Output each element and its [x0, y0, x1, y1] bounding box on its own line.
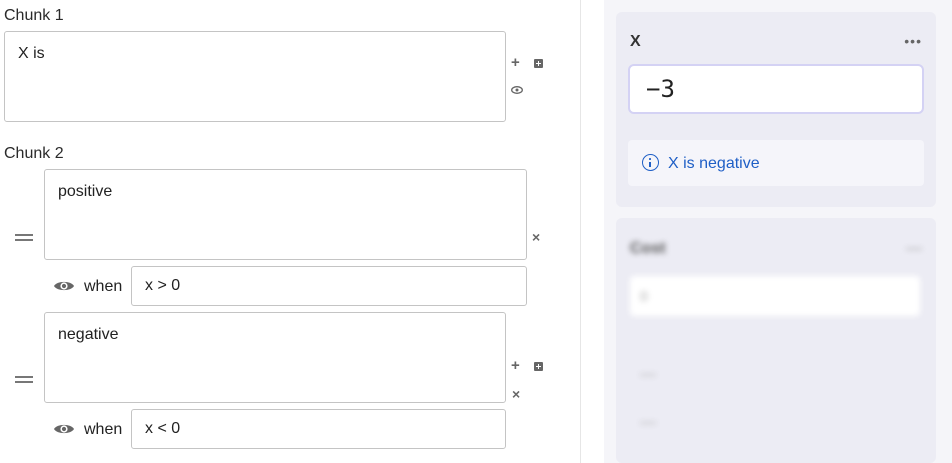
eye-icon[interactable] — [511, 86, 523, 94]
blurred-card-menu: — — [906, 240, 922, 257]
option-textbox-positive[interactable]: positive — [44, 169, 527, 260]
variable-name: X — [630, 33, 641, 50]
when-label: when — [84, 278, 123, 295]
variable-info-box: X is negative — [628, 140, 924, 186]
variable-card: X ••• −3 X is negative — [616, 12, 936, 207]
add-chunk-icon[interactable] — [534, 59, 543, 68]
chunk1-title: Chunk 1 — [4, 7, 64, 24]
blurred-variable-card: Cost — 0 — — — [616, 218, 936, 463]
remove-option-icon[interactable]: × — [512, 387, 520, 401]
more-options-icon[interactable]: ••• — [904, 34, 922, 48]
chunk2-title: Chunk 2 — [4, 145, 64, 162]
add-chunk-icon[interactable] — [534, 362, 543, 371]
variables-panel: X ••• −3 X is negative Cost — 0 — — — [604, 0, 952, 463]
blurred-line: — — [640, 366, 656, 383]
chunk-editor: Chunk 1 X is + Chunk 2 positive × when x… — [0, 0, 580, 463]
add-option-icon[interactable]: + — [511, 358, 520, 373]
info-text: X is negative — [668, 155, 760, 172]
drag-handle-icon[interactable] — [15, 234, 33, 241]
remove-option-icon[interactable]: × — [532, 230, 540, 244]
option-textbox-negative[interactable]: negative — [44, 312, 506, 403]
visibility-eye-icon[interactable] — [53, 279, 75, 293]
condition-input-positive[interactable]: x > 0 — [131, 266, 527, 306]
chunk1-textbox[interactable]: X is — [4, 31, 506, 122]
when-label: when — [84, 421, 123, 438]
info-icon — [642, 154, 659, 171]
app-root: Chunk 1 X is + Chunk 2 positive × when x… — [0, 0, 952, 463]
visibility-eye-icon[interactable] — [53, 422, 75, 436]
add-option-icon[interactable]: + — [511, 55, 520, 70]
drag-handle-icon[interactable] — [15, 376, 33, 383]
blurred-line: — — [640, 414, 656, 431]
panel-divider — [580, 0, 581, 463]
blurred-card-input: 0 — [630, 276, 920, 316]
condition-input-negative[interactable]: x < 0 — [131, 409, 506, 449]
blurred-card-title: Cost — [630, 240, 666, 257]
variable-value-input[interactable]: −3 — [628, 64, 924, 114]
